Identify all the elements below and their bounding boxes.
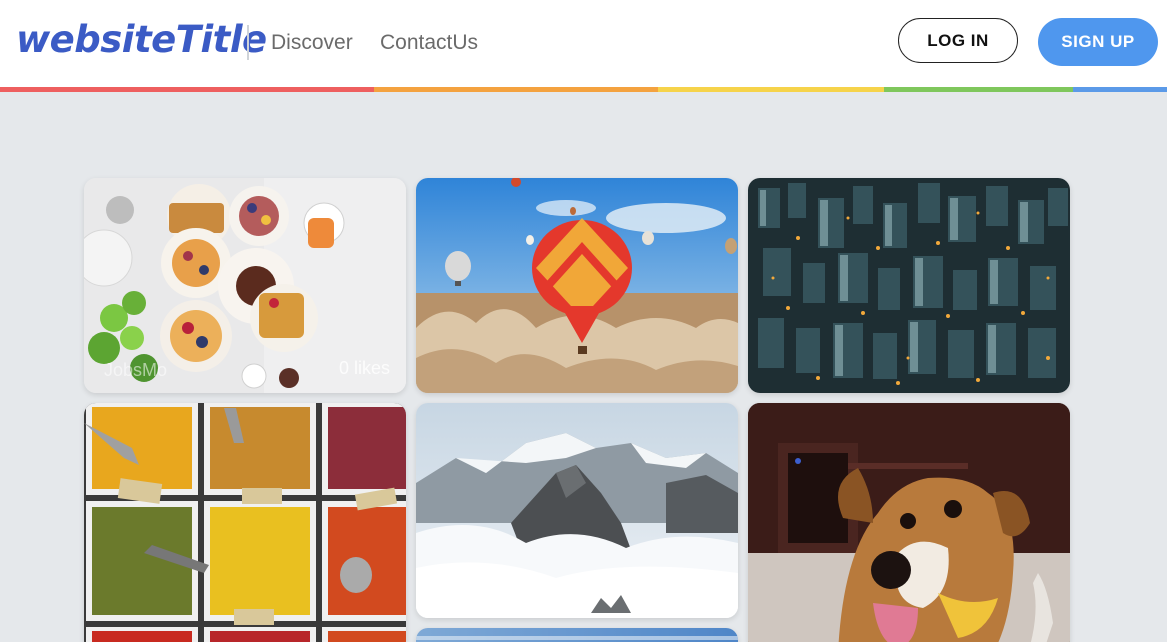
gallery-card-breakfast[interactable]: JobsMo 0 likes	[84, 178, 406, 393]
gallery-card-spices[interactable]	[84, 403, 406, 642]
rainbow-segment-red	[0, 87, 374, 92]
rainbow-segment-yellow	[658, 87, 884, 92]
mountain-image	[416, 403, 738, 618]
site-header: websiteTitle Discover ContactUs LOG IN S…	[0, 0, 1167, 87]
spices-image	[84, 403, 406, 642]
gallery-card-mountain[interactable]	[416, 403, 738, 618]
rainbow-divider	[0, 87, 1167, 92]
dog-image	[748, 403, 1070, 642]
gallery-card-sky[interactable]	[416, 628, 738, 642]
gallery-card-city[interactable]	[748, 178, 1070, 393]
sky-image	[416, 628, 738, 642]
rainbow-segment-green	[884, 87, 1073, 92]
site-logo[interactable]: websiteTitle	[16, 18, 267, 61]
city-image	[748, 178, 1070, 393]
nav-contact-link[interactable]: ContactUs	[380, 31, 478, 55]
card-likes-label: 0 likes	[338, 358, 390, 378]
login-button[interactable]: LOG IN	[898, 18, 1018, 63]
card-author-label: JobsMo	[104, 360, 168, 380]
gallery-card-balloons[interactable]	[416, 178, 738, 393]
header-divider	[247, 25, 249, 60]
signup-button[interactable]: SIGN UP	[1038, 18, 1158, 66]
rainbow-segment-orange	[374, 87, 658, 92]
balloons-image	[416, 178, 738, 393]
gallery-card-dog[interactable]	[748, 403, 1070, 642]
rainbow-segment-blue	[1073, 87, 1167, 92]
nav-discover-link[interactable]: Discover	[271, 31, 353, 55]
